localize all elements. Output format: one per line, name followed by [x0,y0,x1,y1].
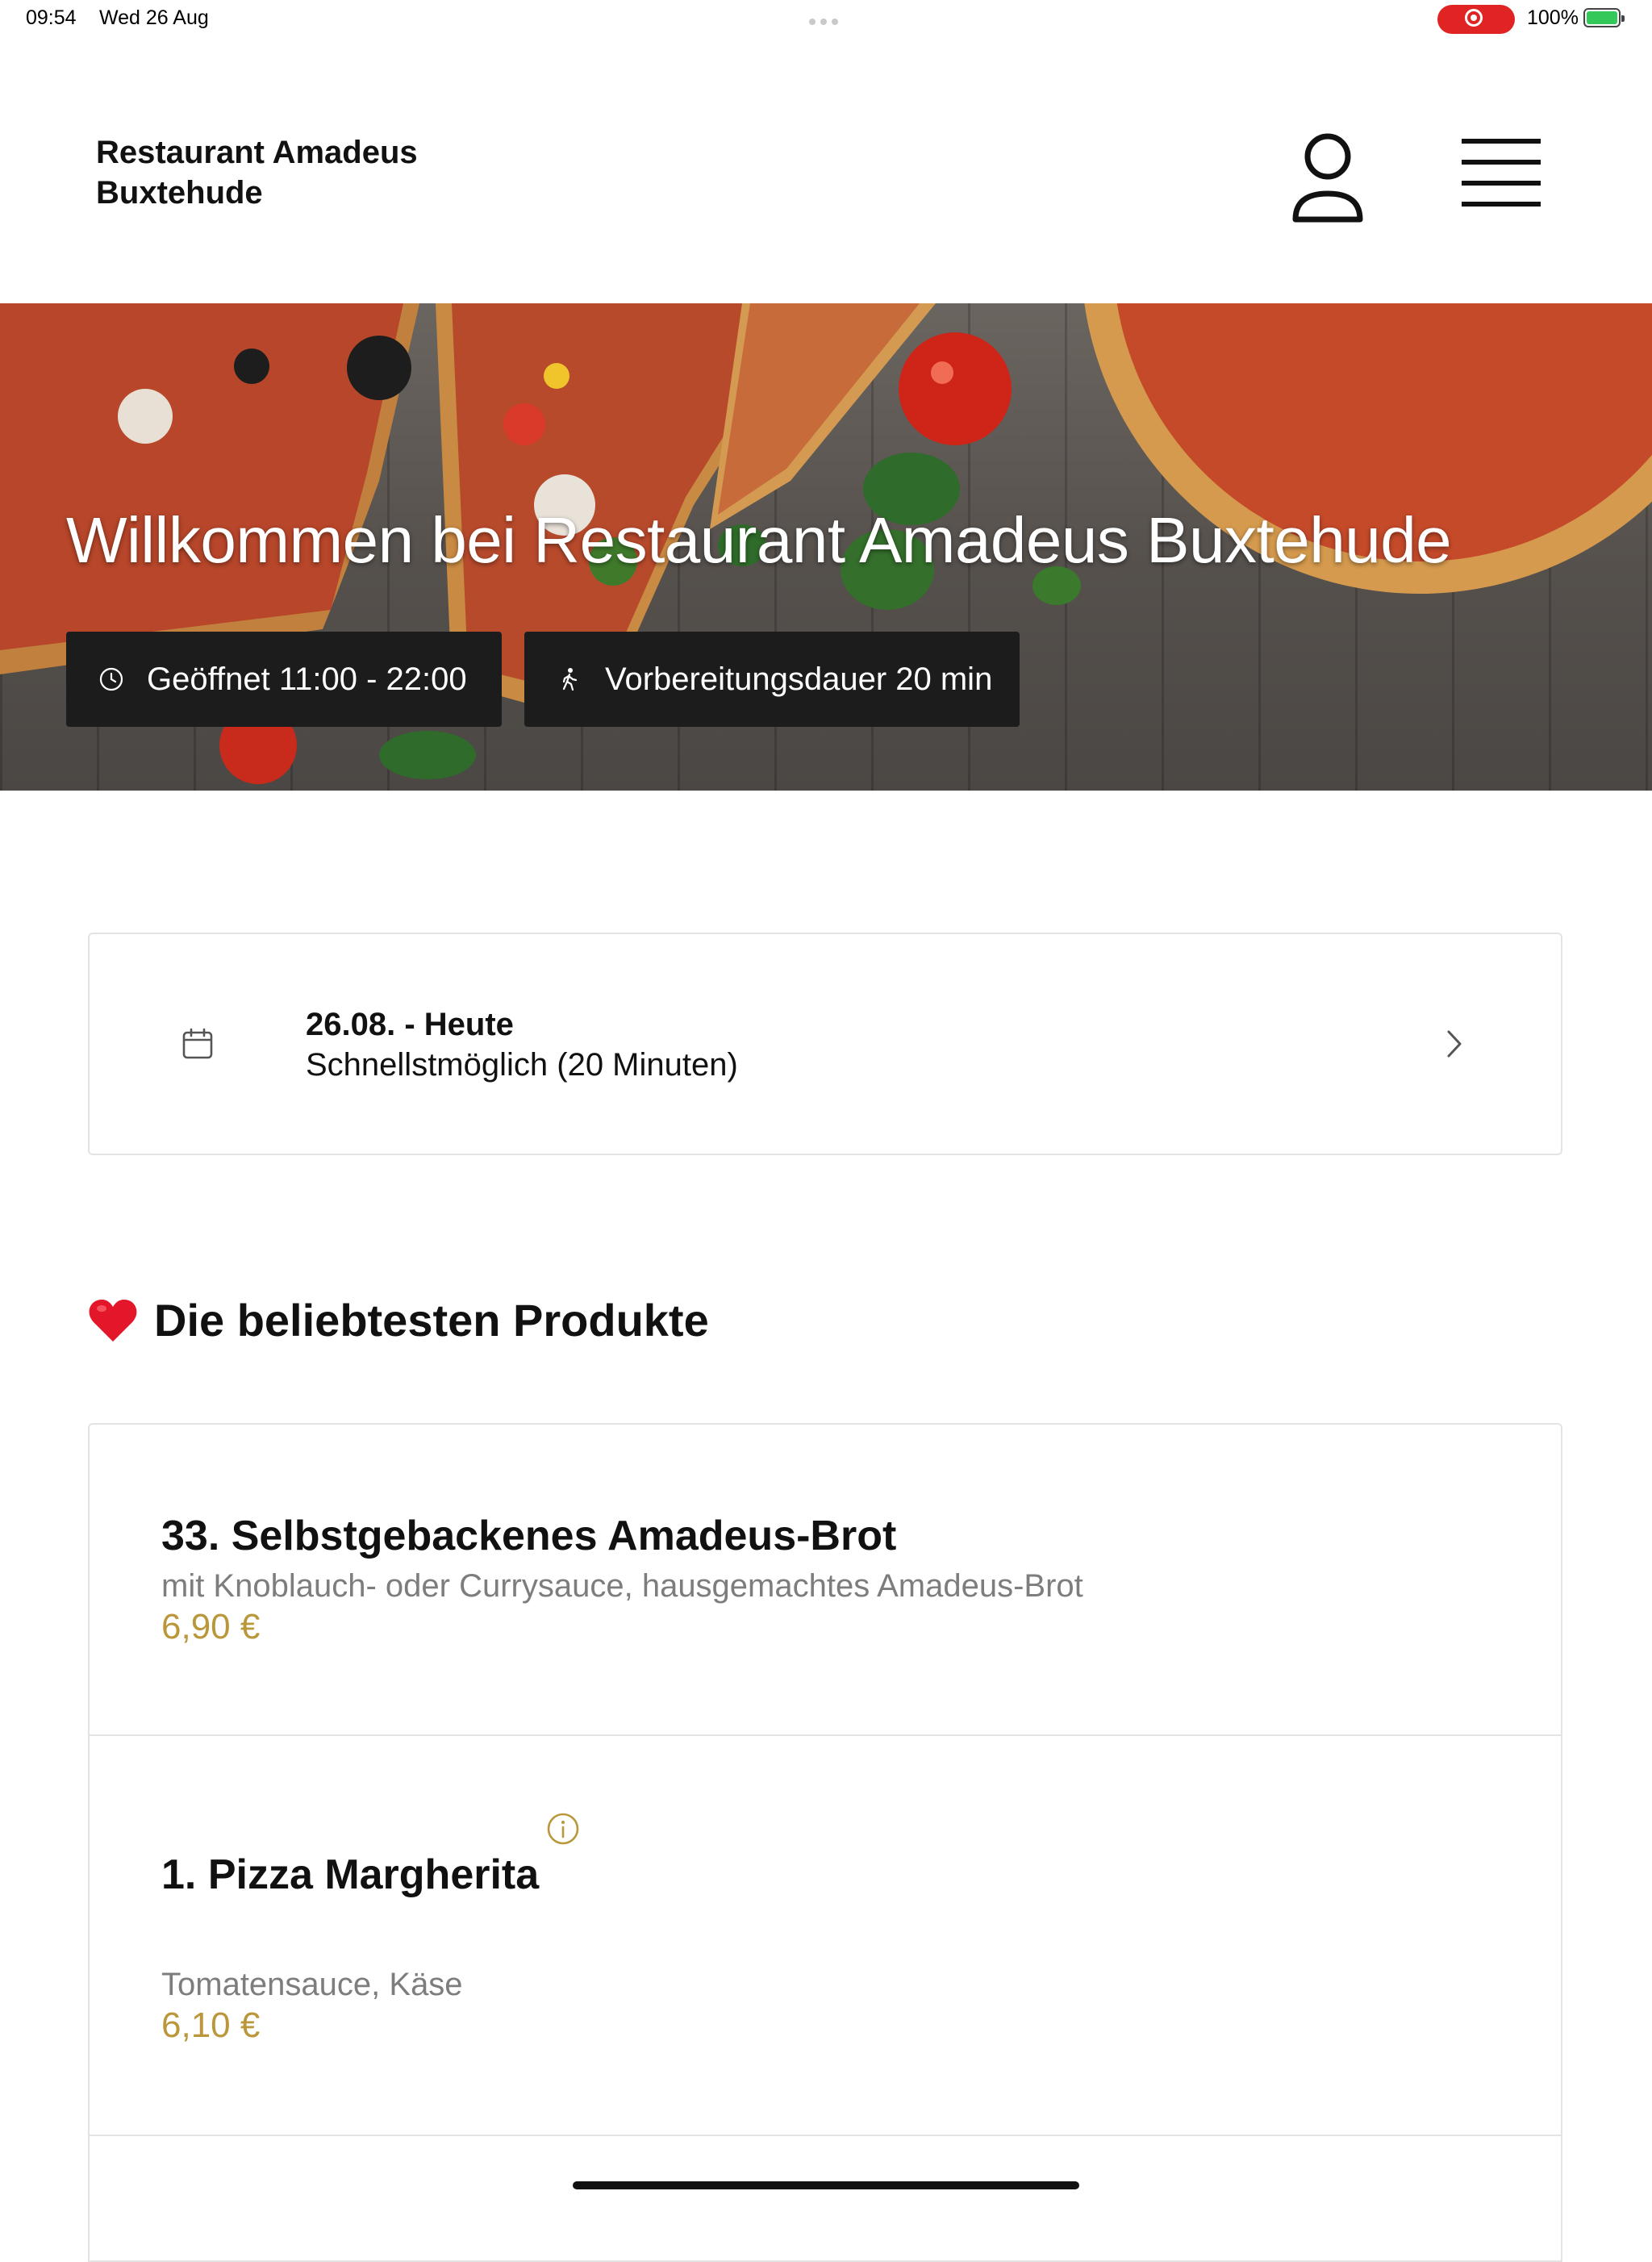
product-description: Tomatensauce, Käse [161,1967,463,2002]
pickup-time: Schnellstmöglich (20 Minuten) [306,1047,738,1083]
battery-icon [1583,8,1625,27]
account-button[interactable] [1287,124,1368,229]
pickup-time-selector[interactable]: 26.08. - Heute Schnellstmöglich (20 Minu… [88,933,1562,1155]
battery-percentage: 100% [1527,6,1579,29]
product-name: 1. Pizza Margherita [161,1851,540,1898]
heart-icon [89,1299,137,1342]
hamburger-menu-icon [1462,139,1541,207]
walking-icon [562,668,578,691]
preparation-time-text: Vorbereitungsdauer 20 min [605,661,993,697]
opening-hours-badge: Geöffnet 11:00 - 22:00 [66,632,502,727]
preparation-time-badge: Vorbereitungsdauer 20 min [524,632,1020,727]
restaurant-name[interactable]: Restaurant Amadeus Buxtehude [96,132,418,213]
product-item[interactable]: 1. Pizza Margherita Tomatensauce, Käse 6… [90,1734,1561,2136]
popular-products-title: Die beliebtesten Produkte [154,1295,709,1346]
calendar-icon [182,1028,213,1059]
opening-hours-text: Geöffnet 11:00 - 22:00 [147,661,467,697]
status-date: Wed 26 Aug [99,6,209,29]
product-list: 33. Selbstgebackenes Amadeus-Brot mit Kn… [88,1423,1562,2262]
product-price: 6,90 € [161,1607,261,1646]
info-icon[interactable] [546,1812,580,1846]
status-time: 09:54 [26,6,77,29]
welcome-title: Willkommen bei Restaurant Amadeus Buxteh… [66,504,1452,576]
product-price: 6,10 € [161,2005,261,2045]
multitasking-dots-icon[interactable] [809,15,843,25]
chevron-right-icon [1447,1030,1462,1058]
pickup-date: 26.08. - Heute [306,1007,514,1042]
restaurant-name-line2: Buxtehude [96,175,263,211]
clock-icon [99,667,123,691]
product-name: 33. Selbstgebackenes Amadeus-Brot [161,1513,897,1559]
product-description: mit Knoblauch- oder Currysauce, hausgema… [161,1568,1083,1604]
product-item[interactable]: 33. Selbstgebackenes Amadeus-Brot mit Kn… [90,1425,1561,1736]
restaurant-name-line1: Restaurant Amadeus [96,135,418,170]
site-header: Restaurant Amadeus Buxtehude [0,39,1652,303]
hero-banner: Willkommen bei Restaurant Amadeus Buxteh… [0,303,1652,791]
status-bar: 09:54 Wed 26 Aug 100% [0,0,1652,39]
menu-button[interactable] [1458,132,1544,213]
popular-products-heading: Die beliebtesten Produkte [88,1294,709,1346]
home-indicator[interactable] [573,2181,1079,2189]
screen-recording-icon[interactable] [1437,5,1515,34]
user-icon [1292,133,1363,223]
